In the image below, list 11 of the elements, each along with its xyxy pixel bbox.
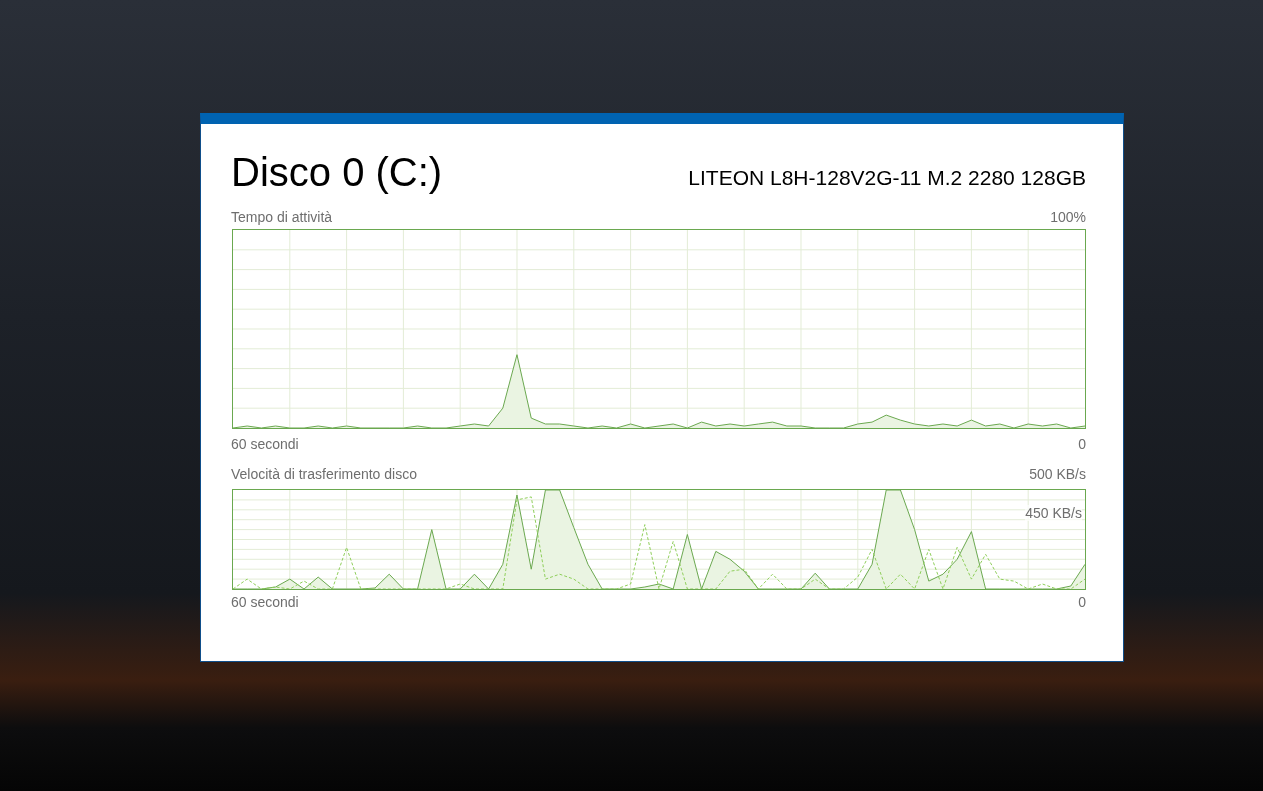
graph-max-label: 100% (1050, 208, 1086, 226)
graph-min-label: 0 (1078, 435, 1086, 453)
graph-label: Tempo di attività (231, 208, 333, 226)
scale-marker-label: 450 KB/s (1025, 505, 1082, 521)
graph-min-label: 0 (1078, 593, 1086, 611)
time-span-label: 60 secondi (231, 435, 299, 453)
graph-label: Velocità di trasferimento disco (231, 465, 417, 483)
window-title: Disco 0 (C:) (231, 149, 443, 196)
graph-max-label: 500 KB/s (1029, 465, 1086, 483)
time-span-label: 60 secondi (231, 593, 299, 611)
disk-model: LITEON L8H-128V2G-11 M.2 2280 128GB (688, 166, 1086, 191)
